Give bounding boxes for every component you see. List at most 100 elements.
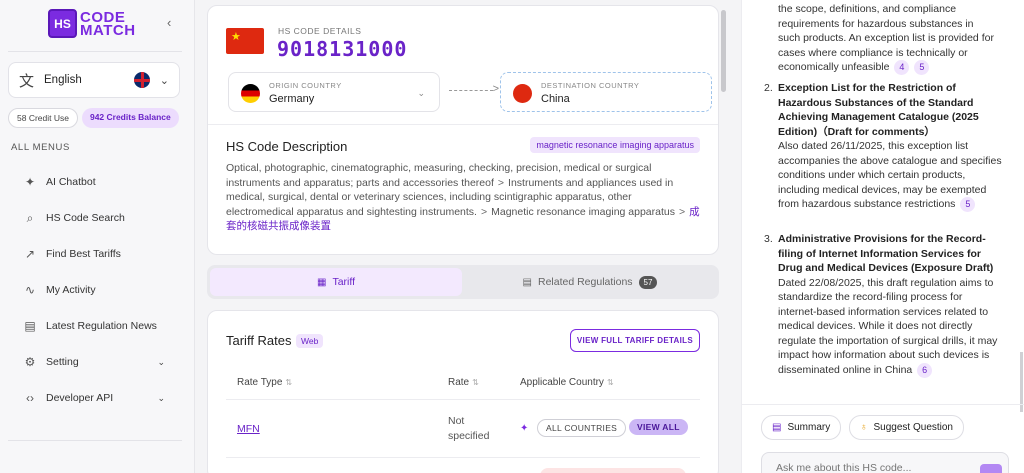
scrollbar[interactable] [721, 10, 726, 92]
chip-label: Summary [787, 422, 831, 433]
destination-country-field[interactable]: DESTINATION COUNTRY China [500, 72, 712, 112]
list-number: 2. [764, 82, 773, 94]
chat-messages: the scope, definitions, and compliance r… [742, 0, 1012, 400]
sidebar-item-label: Find Best Tariffs [46, 248, 121, 260]
count-badge: 57 [638, 275, 658, 289]
divider [742, 404, 1024, 405]
search-icon: ⌕ [26, 210, 34, 225]
column-header-rate-type[interactable]: Rate Type ⇅ [237, 377, 292, 388]
divider [226, 399, 700, 400]
sidebar-item-latest-regulation-news[interactable]: ▤ Latest Regulation News [0, 308, 195, 344]
view-full-tariff-button[interactable]: VIEW FULL TARIFF DETAILS [569, 329, 700, 352]
list-item: 3. Administrative Provisions for the Rec… [764, 232, 1002, 378]
chat-input-box [761, 452, 1009, 473]
sidebar: HS CODE MATCH ‹ 文 English ⌄ 58 Credit Us… [0, 0, 195, 473]
rate-value: Not specified [448, 415, 490, 442]
description-part: Magnetic resonance imaging apparatus [491, 205, 675, 218]
gear-icon: ⚙ [24, 355, 36, 369]
sparkle-icon: ✦ [24, 175, 36, 189]
hs-code-label: HS CODE DETAILS [278, 26, 362, 36]
language-label: English [44, 74, 82, 86]
sort-icon: ⇅ [472, 378, 479, 387]
credits-row: 58 Credit Use 942 Credits Balance [8, 108, 179, 128]
origin-country-value: Germany [269, 93, 315, 105]
brand-logo[interactable]: HS CODE MATCH [48, 9, 136, 38]
list-item-title: Exception List for the Restriction of Ha… [778, 82, 979, 138]
lightbulb-icon: ♁ [860, 422, 868, 433]
origin-country-label: ORIGIN COUNTRY [269, 81, 342, 90]
destination-country-label: DESTINATION COUNTRY [541, 81, 640, 90]
list-item-text: Dated 22/08/2025, this draft regulation … [778, 276, 998, 376]
citation-badge[interactable]: 6 [917, 362, 933, 378]
hs-code-details-card: HS CODE DETAILS 9018131000 ORIGIN COUNTR… [207, 5, 719, 255]
divider [208, 124, 718, 125]
tab-label: Tariff [332, 276, 356, 288]
column-label: Rate Type [237, 377, 283, 388]
language-selector[interactable]: 文 English ⌄ [8, 62, 180, 98]
scrollbar[interactable] [1020, 352, 1023, 412]
translate-icon: 文 [19, 72, 35, 90]
credit-balance-badge[interactable]: 942 Credits Balance [81, 108, 179, 128]
breadcrumb-separator: > [480, 205, 488, 218]
trend-icon: ↗ [24, 247, 36, 261]
document-icon: ▤ [522, 276, 532, 288]
summary-button[interactable]: ▤ Summary [761, 415, 842, 440]
view-all-button[interactable]: VIEW ALL [629, 419, 688, 435]
chat-input[interactable] [776, 462, 976, 473]
credit-use-badge: 58 Credit Use [8, 108, 78, 128]
suggest-question-button[interactable]: ♁ Suggest Question [849, 415, 964, 440]
column-label: Applicable Country [520, 377, 604, 388]
sidebar-menu: ✦ AI Chatbot ⌕ HS Code Search ↗ Find Bes… [0, 164, 195, 416]
citation-badge[interactable]: 4 [894, 60, 910, 75]
chevron-down-icon: ⌄ [157, 392, 165, 403]
logo-line2: MATCH [80, 21, 136, 39]
tab-related-regulations[interactable]: ▤ Related Regulations 57 [464, 268, 716, 296]
sidebar-item-find-best-tariffs[interactable]: ↗ Find Best Tariffs [0, 236, 195, 272]
sidebar-item-label: My Activity [46, 284, 96, 296]
chat-panel: the scope, definitions, and compliance r… [741, 0, 1024, 473]
sidebar-item-label: Latest Regulation News [46, 320, 157, 332]
sidebar-item-developer-api[interactable]: ‹› Developer API ⌄ [0, 380, 195, 416]
chat-text: the scope, definitions, and compliance r… [778, 3, 994, 73]
column-label: Rate [448, 377, 470, 388]
destination-country-value: China [541, 93, 570, 105]
chevron-down-icon: ⌄ [157, 356, 165, 367]
list-number: 3. [764, 233, 773, 245]
code-icon: ‹› [26, 391, 34, 405]
uk-flag-icon [133, 72, 150, 88]
china-flag-icon [226, 28, 264, 54]
sidebar-item-hs-code-search[interactable]: ⌕ HS Code Search [0, 200, 195, 236]
list-item-title: Administrative Provisions for the Record… [778, 233, 994, 274]
sparkle-icon: ✦ [520, 423, 529, 434]
sort-icon: ⇅ [606, 378, 614, 387]
divider [8, 440, 182, 441]
chevron-down-icon: ⌄ [417, 88, 425, 98]
tariff-rates-card: Tariff Rates Web VIEW FULL TARIFF DETAIL… [207, 310, 719, 473]
tab-tariff[interactable]: ▦ Tariff [210, 268, 462, 296]
column-header-rate[interactable]: Rate ⇅ [448, 377, 479, 388]
china-flag-icon [513, 84, 532, 103]
send-button[interactable] [980, 464, 1002, 473]
arrow-right-icon [449, 83, 499, 95]
description-title: HS Code Description [226, 139, 348, 154]
news-icon: ▤ [24, 319, 36, 333]
sidebar-item-ai-chatbot[interactable]: ✦ AI Chatbot [0, 164, 195, 200]
divider [8, 51, 182, 52]
citation-badge[interactable]: 5 [914, 60, 930, 75]
sidebar-item-my-activity[interactable]: ∿ My Activity [0, 272, 195, 308]
collapse-sidebar-button[interactable]: ‹ [167, 15, 171, 30]
chevron-down-icon: ⌄ [159, 74, 169, 87]
origin-country-select[interactable]: ORIGIN COUNTRY Germany ⌄ [228, 72, 440, 112]
document-icon: ▤ [772, 422, 782, 433]
sidebar-item-setting[interactable]: ⚙ Setting ⌄ [0, 344, 195, 380]
tab-label: Related Regulations [537, 276, 633, 288]
citation-badge[interactable]: 5 [960, 197, 976, 212]
column-header-applicable-country[interactable]: Applicable Country ⇅ [520, 377, 614, 388]
rate-type-link[interactable]: MFN [237, 423, 260, 435]
next-row-badge [540, 468, 686, 473]
logo-mark: HS [48, 9, 77, 38]
breadcrumb-separator: > [497, 176, 505, 189]
tariff-title: Tariff Rates [226, 333, 292, 348]
tabs: ▦ Tariff ▤ Related Regulations 57 [207, 265, 719, 299]
menu-heading: ALL MENUS [11, 142, 70, 153]
